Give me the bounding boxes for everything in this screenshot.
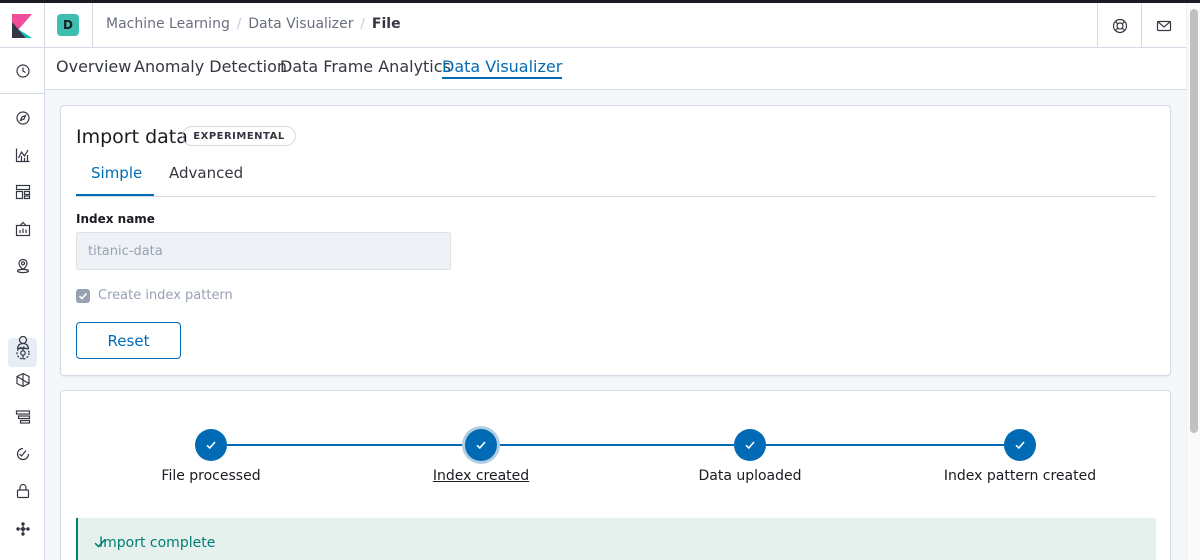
tab-data-frame-analytics[interactable]: Data Frame Analytics <box>280 57 451 76</box>
kibana-logo-icon[interactable] <box>0 3 45 48</box>
mail-icon[interactable] <box>1141 3 1185 48</box>
breadcrumb-separator: / <box>360 16 365 32</box>
tab-simple[interactable]: Simple <box>91 164 142 182</box>
experimental-badge: EXPERIMENTAL <box>182 126 296 146</box>
apm-icon[interactable] <box>8 365 37 394</box>
index-name-input[interactable] <box>76 232 451 270</box>
breadcrumb-separator: / <box>236 16 242 32</box>
import-complete-callout <box>76 518 1156 560</box>
step-data-uploaded-check-icon <box>734 429 766 461</box>
reset-button[interactable]: Reset <box>76 322 181 359</box>
ml-tabs: Overview Anomaly Detection Data Frame An… <box>45 48 1186 90</box>
step-label-index-created[interactable]: Index created <box>433 468 529 484</box>
import-data-panel: Import data EXPERIMENTAL Simple Advanced… <box>60 105 1171 376</box>
canvas-icon[interactable] <box>8 214 37 243</box>
maps-icon[interactable] <box>8 251 37 280</box>
step-file-processed-check-icon <box>195 429 227 461</box>
tab-overview[interactable]: Overview <box>56 57 131 76</box>
space-avatar[interactable]: D <box>57 14 79 36</box>
import-progress-panel: File processed Index created Data upload… <box>60 390 1171 560</box>
breadcrumb-machine-learning[interactable]: Machine Learning <box>106 16 230 32</box>
discover-icon[interactable] <box>8 103 37 132</box>
page-scrollbar[interactable] <box>1186 3 1200 560</box>
breadcrumb-file: File <box>371 16 401 32</box>
header-divider <box>92 3 93 48</box>
logs-icon[interactable] <box>8 402 37 431</box>
progress-connector <box>211 444 1021 446</box>
create-index-pattern-label: Create index pattern <box>98 288 233 303</box>
import-complete-text: Import complete <box>99 535 216 551</box>
header-bar: D Machine Learning / Data Visualizer / F… <box>0 3 1186 48</box>
visualize-icon[interactable] <box>8 140 37 169</box>
help-icon[interactable] <box>1097 3 1141 48</box>
dashboard-icon[interactable] <box>8 177 37 206</box>
tab-data-visualizer[interactable]: Data Visualizer <box>442 57 563 79</box>
step-label-data-uploaded: Data uploaded <box>698 468 802 484</box>
nav-divider <box>0 93 45 94</box>
breadcrumb-data-visualizer[interactable]: Data Visualizer <box>248 16 353 32</box>
scrollbar-thumb[interactable] <box>1190 9 1198 433</box>
step-label-index-pattern-created: Index pattern created <box>943 468 1097 484</box>
security-icon[interactable] <box>8 476 37 505</box>
index-name-label: Index name <box>76 212 155 226</box>
page-title: Import data <box>76 126 188 148</box>
graph-icon[interactable] <box>8 514 37 543</box>
active-tab-indicator <box>76 194 154 196</box>
import-tabs: Simple Advanced <box>76 156 1156 197</box>
tab-advanced[interactable]: Advanced <box>169 164 243 182</box>
side-nav <box>0 48 45 560</box>
recent-icon[interactable] <box>8 56 37 85</box>
step-index-created-check-icon[interactable] <box>465 429 497 461</box>
tab-anomaly-detection[interactable]: Anomaly Detection <box>134 57 287 76</box>
breadcrumb: Machine Learning / Data Visualizer / Fil… <box>106 16 401 32</box>
monitoring-icon[interactable] <box>8 439 37 468</box>
step-label-file-processed: File processed <box>161 468 261 484</box>
step-index-pattern-created-check-icon <box>1004 429 1036 461</box>
uptime-icon[interactable] <box>8 327 37 356</box>
create-index-pattern-checkbox[interactable] <box>76 289 90 303</box>
